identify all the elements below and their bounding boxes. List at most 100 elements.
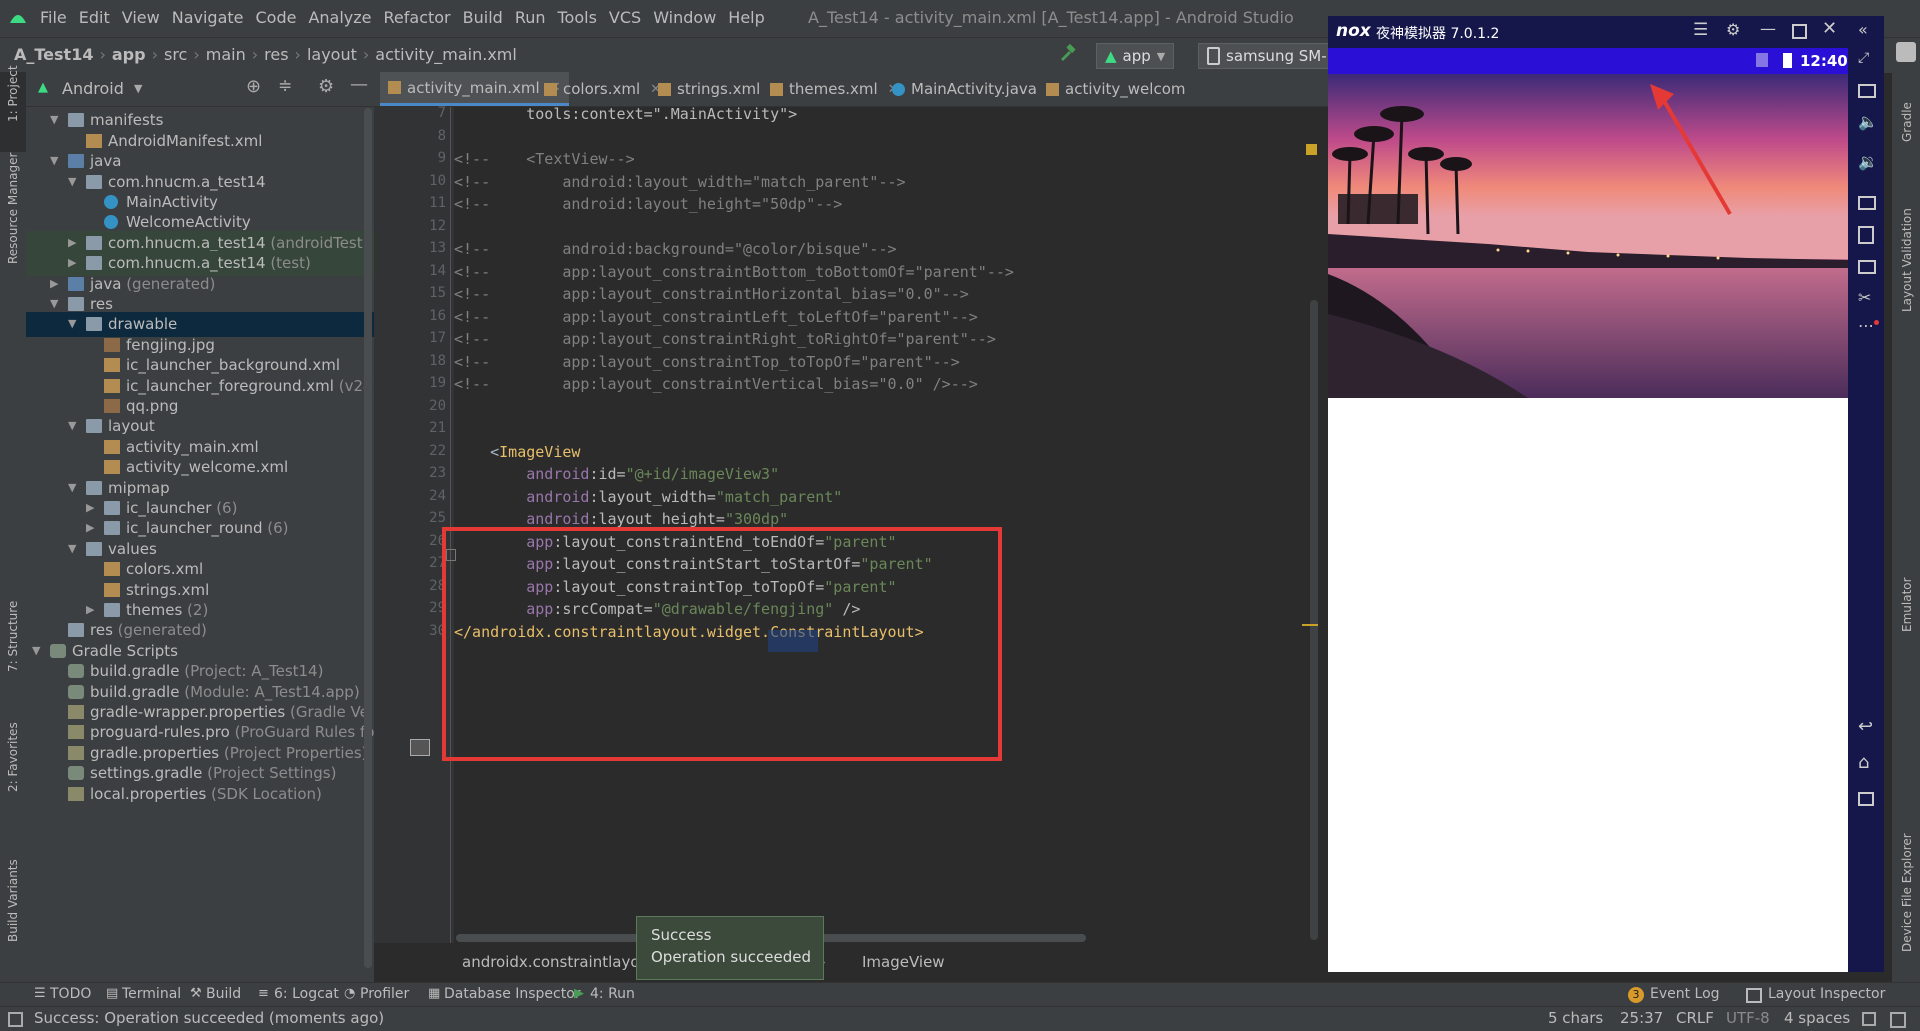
project-scrollbar[interactable] (364, 108, 372, 968)
event-log-button[interactable]: Event Log (1650, 986, 1720, 1002)
line-separator[interactable]: CRLF (1676, 1009, 1714, 1027)
menu-edit[interactable]: Edit (79, 8, 110, 27)
selection-chars[interactable]: 5 chars (1548, 1009, 1603, 1027)
file-encoding[interactable]: UTF-8 (1726, 1009, 1770, 1027)
expand-arrow-icon[interactable]: ▼ (50, 154, 58, 167)
project-tool-label[interactable]: 1: Project (6, 65, 20, 122)
add-apk-icon[interactable] (1858, 226, 1874, 244)
home-icon[interactable]: ⌂ (1858, 752, 1869, 773)
collapse-arrow-icon[interactable]: ▶ (50, 277, 58, 290)
expand-arrow-icon[interactable]: ▼ (68, 419, 76, 432)
avatar[interactable] (1896, 42, 1916, 62)
menu-icon[interactable]: ☰ (1693, 20, 1708, 40)
gear-icon[interactable]: ⚙ (1726, 20, 1740, 39)
volume-down-icon[interactable]: 🔉 (1858, 152, 1878, 171)
expand-arrow-icon[interactable]: ▼ (68, 542, 76, 555)
tool-button-6-logcat[interactable]: 6: Logcat (274, 986, 339, 1002)
collapse-arrow-icon[interactable]: ▶ (68, 256, 76, 269)
tree-item-label: com.hnucm.a_test14 (108, 233, 266, 252)
multi-instance-icon[interactable] (1858, 260, 1876, 274)
lock-icon[interactable] (1862, 1012, 1876, 1026)
tool-button-todo[interactable]: TODO (50, 986, 91, 1002)
tree-item[interactable]: local.properties (SDK Location) (26, 782, 374, 807)
view-mode-dropdown[interactable]: Android (62, 79, 124, 98)
chevron-down-icon[interactable]: ▼ (134, 82, 142, 95)
gear-icon[interactable]: ⚙ (318, 76, 334, 97)
favorites-tool-label[interactable]: 2: Favorites (6, 722, 20, 792)
breadcrumb-item[interactable]: app (112, 45, 146, 64)
locate-icon[interactable]: ⊕ (246, 76, 261, 97)
tab-activity-welcom[interactable]: activity_welcom (1038, 72, 1194, 106)
breadcrumb-item[interactable]: src (164, 45, 187, 64)
menu-window[interactable]: Window (653, 8, 716, 27)
tool-button-build[interactable]: Build (206, 986, 241, 1002)
volume-up-icon[interactable]: 🔈 (1858, 112, 1878, 131)
keyboard-icon[interactable] (1858, 84, 1876, 98)
collapse-arrow-icon[interactable]: ▶ (86, 603, 94, 616)
minimize-icon[interactable]: — (350, 74, 368, 95)
expand-arrow-icon[interactable]: ▼ (68, 175, 76, 188)
breadcrumb: A_Test14 › app › src › main › res › layout › activit… (14, 45, 517, 64)
close-icon[interactable]: ✕ (1822, 18, 1837, 39)
status-message[interactable]: Success: Operation succeeded (moments ag… (34, 1009, 384, 1027)
breadcrumb-current[interactable]: ImageView (862, 953, 945, 971)
notification-balloon[interactable]: Success Operation succeeded (636, 916, 824, 980)
breadcrumb-item[interactable]: layout (307, 45, 357, 64)
layout-validation-tool-label[interactable]: Layout Validation (1900, 208, 1914, 312)
menu-vcs[interactable]: VCS (609, 8, 641, 27)
emulator-tool-label[interactable]: Emulator (1900, 577, 1914, 632)
image-preview-icon[interactable] (410, 739, 430, 756)
expand-arrow-icon[interactable]: ▼ (50, 113, 58, 126)
breadcrumb-item[interactable]: A_Test14 (14, 45, 93, 64)
screen-icon[interactable] (1858, 196, 1876, 210)
device-dropdown[interactable]: samsung SM-G (1198, 43, 1348, 69)
tool-button-4-run[interactable]: 4: Run (590, 986, 635, 1002)
menu-code[interactable]: Code (256, 8, 297, 27)
collapse-arrow-icon[interactable]: ▶ (86, 521, 94, 534)
maximize-icon[interactable] (1792, 24, 1807, 39)
build-variants-tool-label[interactable]: Build Variants (6, 859, 20, 942)
memory-indicator-icon[interactable] (1890, 1012, 1906, 1028)
menu-navigate[interactable]: Navigate (172, 8, 244, 27)
expand-arrow-icon[interactable]: ▼ (32, 644, 40, 657)
editor-scrollbar[interactable] (1310, 300, 1318, 940)
tool-button-database-inspector[interactable]: Database Inspector (444, 986, 581, 1002)
menu-file[interactable]: File (40, 8, 67, 27)
collapse-arrow-icon[interactable]: ▶ (86, 501, 94, 514)
menu-run[interactable]: Run (515, 8, 546, 27)
breadcrumb-item[interactable]: res (264, 45, 288, 64)
hammer-icon[interactable] (1058, 44, 1076, 62)
expand-arrow-icon[interactable]: ▼ (50, 297, 58, 310)
menu-help[interactable]: Help (728, 8, 764, 27)
scissors-icon[interactable]: ✂ (1858, 288, 1871, 307)
layout-inspector-button[interactable]: Layout Inspector (1768, 986, 1885, 1002)
collapse-all-icon[interactable]: ≑ (278, 76, 292, 96)
collapse-arrow-icon[interactable]: ▶ (68, 236, 76, 249)
expand-arrow-icon[interactable]: ▼ (68, 317, 76, 330)
gradle-tool-label[interactable]: Gradle (1900, 102, 1914, 142)
recents-icon[interactable] (1858, 792, 1874, 806)
code-editor[interactable]: tools:context=".MainActivity"> <!-- <Text… (454, 105, 1328, 943)
breadcrumb-item[interactable]: main (206, 45, 246, 64)
menu-tools[interactable]: Tools (558, 8, 597, 27)
menu-build[interactable]: Build (463, 8, 503, 27)
expand-arrow-icon[interactable]: ▼ (68, 481, 76, 494)
tool-button-profiler[interactable]: Profiler (360, 986, 409, 1002)
more-icon[interactable]: ⋯ (1858, 316, 1874, 335)
menu-analyze[interactable]: Analyze (308, 8, 371, 27)
run-configuration-dropdown[interactable]: ▲ app ▼ (1096, 43, 1175, 69)
back-icon[interactable]: ↩ (1858, 716, 1873, 737)
indent-setting[interactable]: 4 spaces (1784, 1009, 1850, 1027)
tool-button-terminal[interactable]: Terminal (122, 986, 181, 1002)
menu-refactor[interactable]: Refactor (384, 8, 451, 27)
collapse-sidebar-icon[interactable]: « (1858, 20, 1868, 39)
breadcrumb-item[interactable]: activity_main.xml (375, 45, 517, 64)
minimize-icon[interactable]: — (1760, 19, 1776, 38)
fullscreen-icon[interactable]: ⤢ (1858, 50, 1869, 66)
resource-manager-tool-label[interactable]: Resource Manager (6, 153, 20, 264)
menu-view[interactable]: View (122, 8, 160, 27)
device-file-explorer-tool-label[interactable]: Device File Explorer (1900, 833, 1914, 952)
breadcrumb-parent[interactable]: androidx.constraintlayo (462, 953, 640, 971)
caret-position[interactable]: 25:37 (1620, 1009, 1663, 1027)
structure-tool-label[interactable]: 7: Structure (6, 601, 20, 672)
